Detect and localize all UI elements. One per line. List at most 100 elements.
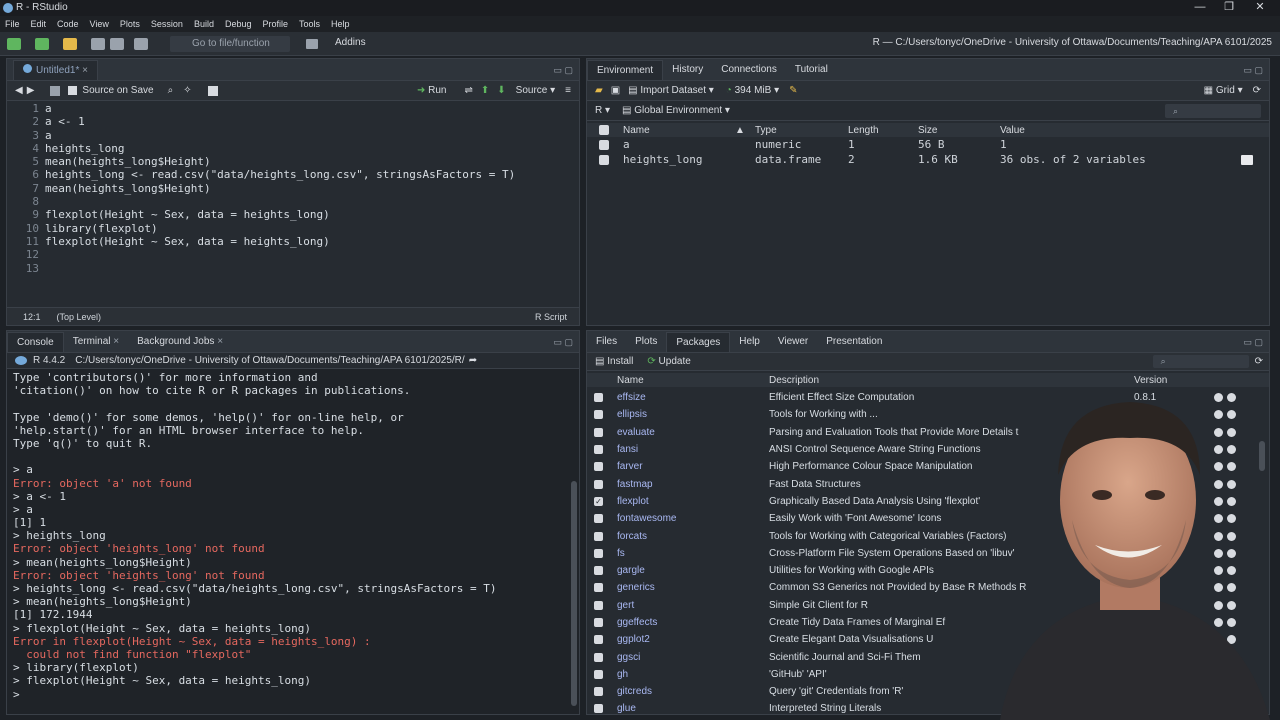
code-line[interactable]: 13: [7, 262, 579, 275]
package-name-link[interactable]: farver: [617, 461, 769, 472]
code-line[interactable]: 4 heights_long: [7, 142, 579, 155]
menu-edit[interactable]: Edit: [31, 16, 47, 32]
tab-environment[interactable]: Environment: [587, 60, 664, 80]
code-line[interactable]: 3a: [7, 129, 579, 142]
goto-dir-icon[interactable]: ➦: [469, 355, 477, 366]
wand-icon[interactable]: ✧: [183, 85, 191, 96]
install-button[interactable]: ▤ Install: [595, 356, 633, 367]
import-dataset-button[interactable]: ▤ Import Dataset ▾: [628, 85, 714, 96]
package-checkbox[interactable]: [594, 462, 603, 472]
package-checkbox[interactable]: [594, 618, 603, 627]
down-chunk-icon[interactable]: ⬇: [497, 85, 505, 96]
package-name-link[interactable]: ggeffects: [617, 617, 769, 628]
code-line[interactable]: 7 mean(heights_long$Height): [7, 182, 579, 195]
scope-indicator[interactable]: (Top Level): [57, 312, 102, 322]
search-icon[interactable]: ⌕: [168, 85, 174, 96]
addins-menu[interactable]: Addins: [335, 37, 366, 48]
menu-build[interactable]: Build: [194, 16, 214, 32]
menu-profile[interactable]: Profile: [263, 16, 289, 32]
notebook-icon[interactable]: [207, 85, 218, 96]
package-checkbox[interactable]: [594, 687, 603, 697]
view-table-icon[interactable]: [1241, 154, 1253, 165]
menu-plots[interactable]: Plots: [120, 16, 140, 32]
menu-view[interactable]: View: [90, 16, 109, 32]
menu-session[interactable]: Session: [151, 16, 183, 32]
grid-layout-icon[interactable]: [306, 39, 318, 49]
source-on-save-checkbox[interactable]: [68, 86, 78, 95]
tab-plots[interactable]: Plots: [626, 332, 666, 352]
save-doc-icon[interactable]: [50, 85, 61, 96]
code-line[interactable]: 12: [7, 248, 579, 261]
tab-tutorial[interactable]: Tutorial: [786, 60, 837, 80]
code-line[interactable]: 10 library(flexplot): [7, 222, 579, 235]
forward-arrow-icon[interactable]: ▶: [27, 85, 35, 96]
select-all-checkbox[interactable]: [599, 125, 609, 135]
tab-history[interactable]: History: [663, 60, 712, 80]
tab-help[interactable]: Help: [730, 332, 769, 352]
col-name[interactable]: Name: [623, 125, 735, 136]
language-select[interactable]: R ▾: [595, 105, 610, 116]
scope-select[interactable]: ▤ Global Environment ▾: [622, 105, 730, 116]
package-checkbox[interactable]: [594, 704, 603, 714]
sort-up-icon[interactable]: ▲: [735, 125, 755, 136]
menu-code[interactable]: Code: [57, 16, 79, 32]
package-checkbox[interactable]: [594, 583, 603, 593]
open-file-icon[interactable]: [63, 38, 77, 50]
source-button[interactable]: Source ▾: [516, 85, 556, 96]
close-terminal-icon[interactable]: ×: [113, 336, 119, 347]
tab-presentation[interactable]: Presentation: [817, 332, 891, 352]
package-name-link[interactable]: fansi: [617, 444, 769, 455]
col-size[interactable]: Size: [918, 125, 1000, 136]
up-chunk-icon[interactable]: ⬆: [481, 85, 489, 96]
print-icon[interactable]: [134, 38, 148, 50]
menu-help[interactable]: Help: [331, 16, 350, 32]
package-checkbox[interactable]: [594, 669, 603, 679]
package-name-link[interactable]: ellipsis: [617, 409, 769, 420]
menu-file[interactable]: File: [5, 16, 20, 32]
package-checkbox[interactable]: [594, 479, 603, 489]
close-jobs-icon[interactable]: ×: [217, 336, 223, 347]
col-length[interactable]: Length: [848, 125, 918, 136]
code-line[interactable]: 1a: [7, 102, 579, 115]
code-line[interactable]: 8: [7, 195, 579, 208]
minimize-button[interactable]: —: [1186, 0, 1214, 16]
save-icon[interactable]: [91, 38, 105, 50]
tab-untitled1[interactable]: Untitled1* ×: [13, 60, 98, 80]
code-line[interactable]: 5 mean(heights_long$Height): [7, 155, 579, 168]
console-minmax-icon[interactable]: ▭ ▢: [553, 337, 573, 348]
tab-connections[interactable]: Connections: [712, 60, 786, 80]
package-name-link[interactable]: forcats: [617, 531, 769, 542]
maximize-button[interactable]: ❐: [1215, 0, 1243, 16]
package-checkbox[interactable]: [594, 600, 603, 610]
project-path[interactable]: R — C:/Users/tonyc/OneDrive - University…: [873, 37, 1272, 48]
package-name-link[interactable]: gh: [617, 669, 769, 680]
package-name-link[interactable]: fastmap: [617, 479, 769, 490]
run-button[interactable]: ➜ Run: [417, 85, 447, 96]
editor-minmax-icon[interactable]: ▭ ▢: [553, 65, 573, 76]
package-name-link[interactable]: ggsci: [617, 652, 769, 663]
env-row[interactable]: a numeric 1 56 B 1: [587, 137, 1269, 152]
outline-icon[interactable]: ≡: [565, 85, 571, 96]
new-project-icon[interactable]: [35, 38, 49, 50]
package-checkbox-checked[interactable]: ✓: [594, 496, 603, 506]
package-checkbox[interactable]: [594, 393, 603, 403]
package-checkbox[interactable]: [594, 410, 603, 420]
package-checkbox[interactable]: [594, 531, 603, 541]
package-checkbox[interactable]: [594, 445, 603, 455]
goto-file-input[interactable]: Go to file/function: [170, 36, 290, 52]
package-name-link[interactable]: generics: [617, 582, 769, 593]
package-name-link[interactable]: fontawesome: [617, 513, 769, 524]
tab-files[interactable]: Files: [587, 332, 626, 352]
row-checkbox[interactable]: [599, 154, 609, 165]
package-checkbox[interactable]: [594, 566, 603, 576]
tab-terminal[interactable]: Terminal ×: [64, 332, 128, 352]
env-search-input[interactable]: ⌕: [1165, 103, 1261, 118]
col-type[interactable]: Type: [755, 125, 848, 136]
code-line[interactable]: 2 a <- 1: [7, 115, 579, 128]
env-row[interactable]: heights_long data.frame 2 1.6 KB 36 obs. of …: [587, 152, 1269, 167]
row-checkbox[interactable]: [599, 139, 609, 150]
save-all-icon[interactable]: [110, 38, 124, 50]
code-line[interactable]: 6 heights_long <- read.csv("data/heights_…: [7, 168, 579, 181]
packages-minmax-icon[interactable]: ▭ ▢: [1243, 337, 1263, 348]
package-checkbox[interactable]: [594, 652, 603, 662]
